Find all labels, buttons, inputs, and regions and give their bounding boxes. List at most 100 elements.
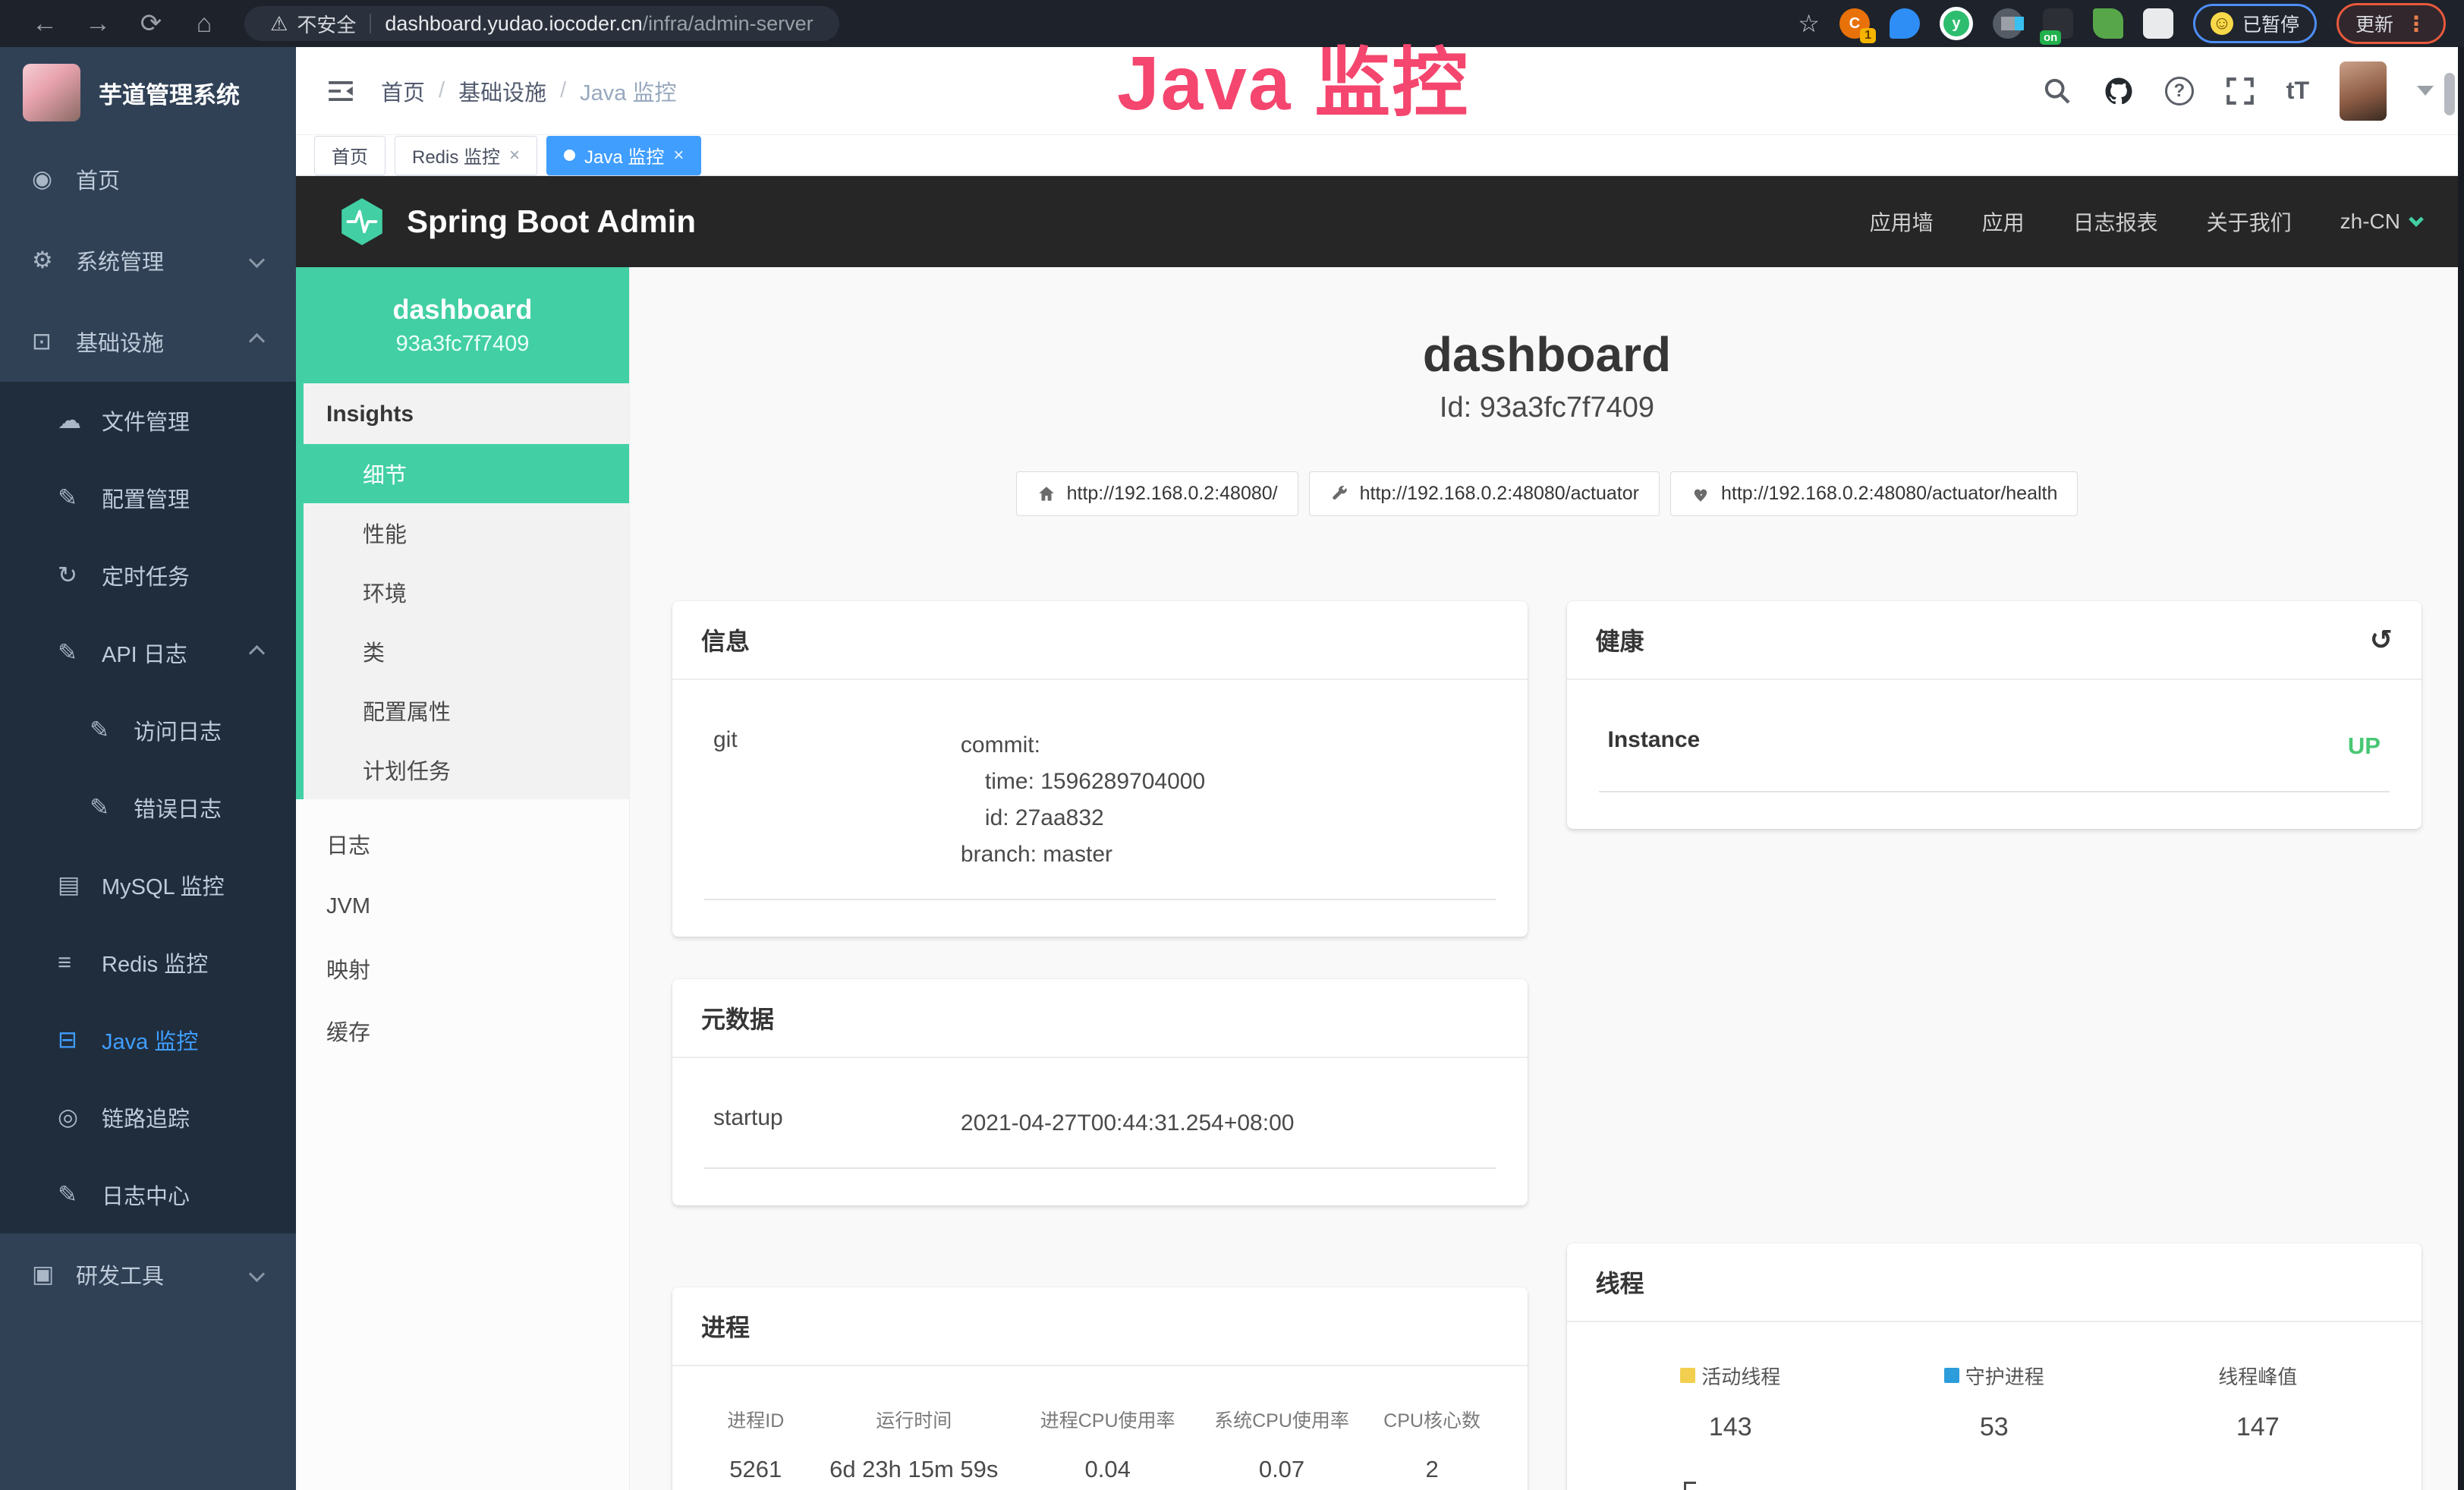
insights-item-config-props[interactable]: 配置属性	[304, 681, 629, 740]
fullscreen-icon[interactable]	[2224, 75, 2256, 107]
tab-redis-monitor[interactable]: Redis 监控 ×	[395, 136, 537, 175]
timer-icon: ↻	[58, 562, 102, 589]
extensions-puzzle-icon[interactable]	[2143, 8, 2173, 39]
security-label[interactable]: 不安全	[297, 10, 356, 38]
process-cpu-value: 0.04	[1021, 1456, 1194, 1483]
sidebar-item-label: 文件管理	[102, 405, 190, 436]
paused-label: 已暂停	[2242, 10, 2299, 37]
sidebar-item-log-center[interactable]: ✎ 日志中心	[0, 1156, 296, 1233]
sba-locale-select[interactable]: zh-CN	[2340, 209, 2422, 234]
extension-icon-grid[interactable]	[1993, 8, 2023, 39]
health-history-icon[interactable]: ↺	[2370, 624, 2393, 656]
security-warning-icon: ⚠	[270, 12, 288, 36]
info-git-label: git	[713, 727, 961, 873]
sidebar-item-infrastructure[interactable]: ⊡ 基础设施	[0, 301, 296, 382]
insights-group-label: Insights	[304, 383, 629, 444]
tab-home[interactable]: 首页	[314, 136, 385, 175]
sba-nav-about[interactable]: 关于我们	[2207, 206, 2292, 237]
sba-nav-wallboard[interactable]: 应用墙	[1870, 206, 1934, 237]
search-icon[interactable]	[2042, 76, 2072, 106]
instance-links: http://192.168.0.2:48080/ http://192.168…	[672, 471, 2422, 516]
metadata-card-title: 元数据	[672, 979, 1528, 1058]
extension-icon-pin[interactable]	[1890, 8, 1920, 39]
help-icon[interactable]: ?	[2165, 77, 2194, 106]
insights-item-details[interactable]: 细节	[304, 444, 629, 503]
extension-letter: C	[1849, 15, 1860, 33]
system-cpu-value: 0.07	[1194, 1456, 1368, 1483]
sba-nav-applications[interactable]: 应用	[1982, 206, 2025, 237]
forward-icon[interactable]: →	[71, 9, 124, 39]
legend-yellow-swatch	[1680, 1368, 1695, 1383]
close-icon[interactable]: ×	[509, 145, 520, 166]
extension-icon-on[interactable]: on	[2043, 8, 2073, 39]
legend-blue-swatch	[1944, 1368, 1959, 1383]
sidebar-item-label: 研发工具	[76, 1258, 164, 1290]
instance-item-logs[interactable]: 日志	[296, 813, 629, 875]
back-icon[interactable]: ←	[18, 9, 71, 39]
daemon-threads-value: 53	[1862, 1413, 2126, 1442]
instance-item-caches[interactable]: 缓存	[296, 1000, 629, 1062]
sidebar-item-label: 链路追踪	[102, 1101, 190, 1133]
actuator-url-button[interactable]: http://192.168.0.2:48080/actuator	[1309, 471, 1660, 516]
health-card-title: 健康	[1596, 622, 1644, 657]
sidebar-item-redis-monitor[interactable]: ≡ Redis 监控	[0, 924, 296, 1001]
extension-on-badge: on	[2040, 30, 2061, 45]
extension-icon-orange[interactable]: C1	[1839, 8, 1870, 39]
page-scrollbar[interactable]	[2444, 73, 2455, 115]
sidebar-item-label: Java 监控	[102, 1024, 198, 1056]
sidebar-item-tracing[interactable]: ◎ 链路追踪	[0, 1079, 296, 1156]
instance-header[interactable]: dashboard 93a3fc7f7409	[296, 267, 629, 383]
main-content: dashboard Id: 93a3fc7f7409 http://192.16…	[630, 267, 2464, 1490]
sidebar-item-system-mgmt[interactable]: ⚙ 系统管理	[0, 219, 296, 301]
breadcrumb-item-infrastructure[interactable]: 基础设施	[458, 75, 546, 107]
extension-icon-green-y[interactable]: y	[1940, 7, 1973, 40]
caret-down-icon[interactable]	[2417, 86, 2434, 96]
actuator-url: http://192.168.0.2:48080/actuator	[1360, 483, 1639, 505]
user-avatar[interactable]	[2340, 61, 2387, 121]
sidebar-item-java-monitor[interactable]: ⊟ Java 监控	[0, 1001, 296, 1079]
extension-icon-leaf[interactable]	[2093, 8, 2123, 39]
instance-item-mappings[interactable]: 映射	[296, 937, 629, 1000]
insights-item-metrics[interactable]: 性能	[304, 503, 629, 562]
sidebar-item-config-mgmt[interactable]: ✎ 配置管理	[0, 459, 296, 537]
sidebar-item-file-mgmt[interactable]: ☁ 文件管理	[0, 382, 296, 459]
chart-y-axis-cap	[1684, 1482, 1696, 1484]
insights-item-classes[interactable]: 类	[304, 622, 629, 681]
profile-paused-badge[interactable]: ☺ 已暂停	[2193, 4, 2317, 43]
sidebar-item-scheduled-jobs[interactable]: ↻ 定时任务	[0, 537, 296, 614]
insights-item-environment[interactable]: 环境	[304, 562, 629, 622]
close-icon[interactable]: ×	[673, 145, 684, 166]
threads-card-title: 线程	[1567, 1243, 2422, 1322]
tab-java-monitor[interactable]: Java 监控 ×	[546, 136, 701, 175]
git-commit-line: commit:	[961, 727, 1487, 764]
dashboard-icon: ◉	[32, 165, 76, 193]
health-url-button[interactable]: http://192.168.0.2:48080/actuator/health	[1670, 471, 2078, 516]
sidebar-item-error-logs[interactable]: ✎ 错误日志	[0, 769, 296, 846]
app-logo-row[interactable]: 芋道管理系统	[0, 47, 296, 138]
insights-item-scheduled-tasks[interactable]: 计划任务	[304, 740, 629, 799]
service-url-button[interactable]: http://192.168.0.2:48080/	[1016, 471, 1298, 516]
collapse-sidebar-icon[interactable]	[326, 79, 355, 103]
instance-item-jvm[interactable]: JVM	[296, 875, 629, 937]
sidebar-item-label: 访问日志	[134, 714, 222, 746]
font-size-icon[interactable]: tT	[2286, 77, 2309, 105]
sidebar-item-home[interactable]: ◉ 首页	[0, 138, 296, 219]
sidebar-item-mysql-monitor[interactable]: ▤ MySQL 监控	[0, 846, 296, 924]
sidebar-item-dev-tools[interactable]: ▣ 研发工具	[0, 1233, 296, 1315]
layers-icon: ≡	[58, 949, 102, 976]
reload-icon[interactable]: ⟳	[124, 8, 178, 39]
sidebar-item-access-logs[interactable]: ✎ 访问日志	[0, 691, 296, 769]
github-icon[interactable]	[2103, 75, 2135, 107]
browser-menu-icon[interactable]: ⋮	[2406, 11, 2427, 36]
instance-id: 93a3fc7f7409	[396, 332, 530, 357]
browser-update-button[interactable]: 更新 ⋮	[2337, 3, 2446, 44]
browser-home-icon[interactable]: ⌂	[178, 9, 231, 39]
bookmark-star-icon[interactable]: ☆	[1798, 9, 1820, 38]
breadcrumb-item-home[interactable]: 首页	[381, 75, 425, 107]
health-status-badge: UP	[1855, 727, 2381, 765]
sidebar-item-api-logs[interactable]: ✎ API 日志	[0, 614, 296, 691]
heartbeat-icon	[1691, 484, 1710, 504]
address-bar[interactable]: ⚠ 不安全 dashboard.yudao.iocoder.cn/infra/a…	[244, 6, 839, 41]
sba-nav-journal[interactable]: 日志报表	[2073, 206, 2158, 237]
breadcrumb-separator: /	[560, 78, 566, 103]
